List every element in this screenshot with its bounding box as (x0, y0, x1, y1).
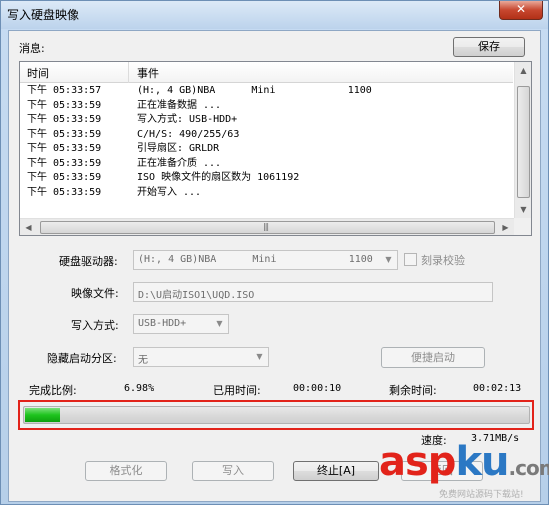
list-item[interactable]: 下午 05:33:59 写入方式: USB-HDD+ (20, 113, 513, 128)
scroll-down-icon[interactable]: ▼ (515, 201, 532, 218)
watermark-subtitle: 免费网站源码下载站! (439, 490, 524, 500)
row-event: 写入方式: USB-HDD+ (137, 114, 238, 125)
row-event: ISO 映像文件的扇区数为 1061192 (137, 172, 300, 183)
quick-boot-button[interactable]: 便捷启动 (381, 347, 485, 368)
scroll-up-icon[interactable]: ▲ (515, 62, 532, 79)
list-item[interactable]: 下午 05:33:59 正在准备介质 ... (20, 157, 513, 172)
row-time: 下午 05:33:59 (27, 143, 102, 154)
write-button[interactable]: 写入 (192, 461, 274, 481)
list-item[interactable]: 下午 05:33:59 正在准备数据 ... (20, 99, 513, 114)
scrollbar-corner (514, 218, 531, 235)
row-time: 下午 05:33:59 (27, 157, 102, 169)
horizontal-scrollbar[interactable]: ◀ ||| ▶ (20, 218, 514, 235)
progress-bar (23, 406, 530, 424)
list-item[interactable]: 下午 05:33:59 C/H/S: 490/255/63 (20, 128, 513, 143)
messages-label: 消息: (19, 42, 45, 55)
vertical-scrollbar[interactable]: ▲ ▼ (514, 62, 531, 218)
row-time: 下午 05:33:57 (27, 85, 102, 96)
image-file-label: 映像文件: (71, 287, 119, 300)
title-bar[interactable]: 写入硬盘映像 ✕ (1, 1, 548, 29)
image-file-field[interactable]: D:\U启动ISO1\UQD.ISO (133, 282, 493, 302)
list-item[interactable]: 下午 05:33:59 ISO 映像文件的扇区数为 1061192 (20, 171, 513, 186)
drive-label: 硬盘驱动器: (59, 255, 118, 268)
dialog-client-area: 消息: 保存 时间 事件 下午 05:33:57 (H:, 4 GB)NBA Mi… (8, 30, 541, 502)
write-mode-select[interactable]: USB-HDD+ ▼ (133, 314, 229, 334)
remaining-label: 剩余时间: (389, 384, 437, 397)
list-item[interactable]: 下午 05:33:59 引导扇区: GRLDR (20, 142, 513, 157)
list-header: 时间 事件 (20, 62, 513, 83)
hidden-partition-value: 无 (138, 355, 148, 366)
remaining-value: 00:02:13 (473, 383, 522, 394)
row-event: C/H/S: 490/255/63 (137, 128, 240, 140)
hidden-partition-select[interactable]: 无 ▼ (133, 347, 269, 367)
row-time: 下午 05:33:59 (27, 99, 102, 111)
list-item[interactable]: 下午 05:33:59 开始写入 ... (20, 186, 513, 201)
elapsed-label: 已用时间: (213, 384, 261, 397)
watermark-brand: aspku.com (379, 439, 549, 485)
scroll-grip-icon: ||| (263, 222, 269, 231)
verify-checkbox[interactable] (404, 253, 417, 266)
close-icon: ✕ (515, 2, 527, 16)
message-log-list[interactable]: 时间 事件 下午 05:33:57 (H:, 4 GB)NBA Mini 1100… (19, 61, 532, 236)
hidden-partition-label: 隐藏启动分区: (47, 352, 117, 365)
row-event: 正在准备数据 ... (137, 99, 222, 111)
drive-select[interactable]: (H:, 4 GB)NBA Mini 1100 ▼ (133, 250, 398, 270)
list-rows: 下午 05:33:57 (H:, 4 GB)NBA Mini 1100 下午 05… (20, 84, 513, 200)
elapsed-value: 00:00:10 (293, 383, 342, 394)
chevron-down-icon: ▼ (256, 352, 263, 361)
chevron-down-icon: ▼ (385, 255, 392, 264)
write-mode-label: 写入方式: (71, 319, 119, 332)
chevron-down-icon: ▼ (216, 319, 223, 328)
row-event: 正在准备介质 ... (137, 157, 222, 169)
row-event: (H:, 4 GB)NBA Mini 1100 (137, 85, 372, 96)
abort-button[interactable]: 终止[A] (293, 461, 379, 481)
progress-fill (25, 408, 60, 422)
column-header-event[interactable]: 事件 (137, 65, 159, 81)
row-event: 开始写入 ... (137, 186, 202, 198)
scroll-right-icon[interactable]: ▶ (497, 219, 514, 236)
vertical-scroll-thumb[interactable] (517, 86, 530, 198)
close-button[interactable]: ✕ (499, 1, 543, 20)
row-event: 引导扇区: GRLDR (137, 143, 220, 154)
format-button[interactable]: 格式化 (85, 461, 167, 481)
row-time: 下午 05:33:59 (27, 186, 102, 198)
horizontal-scroll-thumb[interactable]: ||| (40, 221, 495, 234)
row-time: 下午 05:33:59 (27, 114, 102, 125)
write-disk-image-window: 写入硬盘映像 ✕ 消息: 保存 时间 事件 下午 05:33:57 (H:, 4 … (0, 0, 549, 505)
save-button[interactable]: 保存 (453, 37, 525, 57)
drive-value: (H:, 4 GB)NBA Mini 1100 (138, 254, 373, 265)
ratio-value: 6.98% (124, 383, 155, 394)
window-title: 写入硬盘映像 (7, 8, 80, 22)
row-time: 下午 05:33:59 (27, 128, 102, 140)
list-item[interactable]: 下午 05:33:57 (H:, 4 GB)NBA Mini 1100 (20, 84, 513, 99)
aspku-watermark-logo: aspku.com 免费网站源码下载站! (379, 439, 549, 500)
scroll-left-icon[interactable]: ◀ (20, 219, 37, 236)
row-time: 下午 05:33:59 (27, 172, 102, 183)
column-header-time[interactable]: 时间 (27, 65, 49, 81)
write-mode-value: USB-HDD+ (138, 318, 187, 329)
verify-label: 刻录校验 (421, 254, 465, 267)
column-separator[interactable] (128, 62, 129, 83)
ratio-label: 完成比例: (29, 384, 77, 397)
image-file-value: D:\U启动ISO1\UQD.ISO (138, 290, 255, 301)
